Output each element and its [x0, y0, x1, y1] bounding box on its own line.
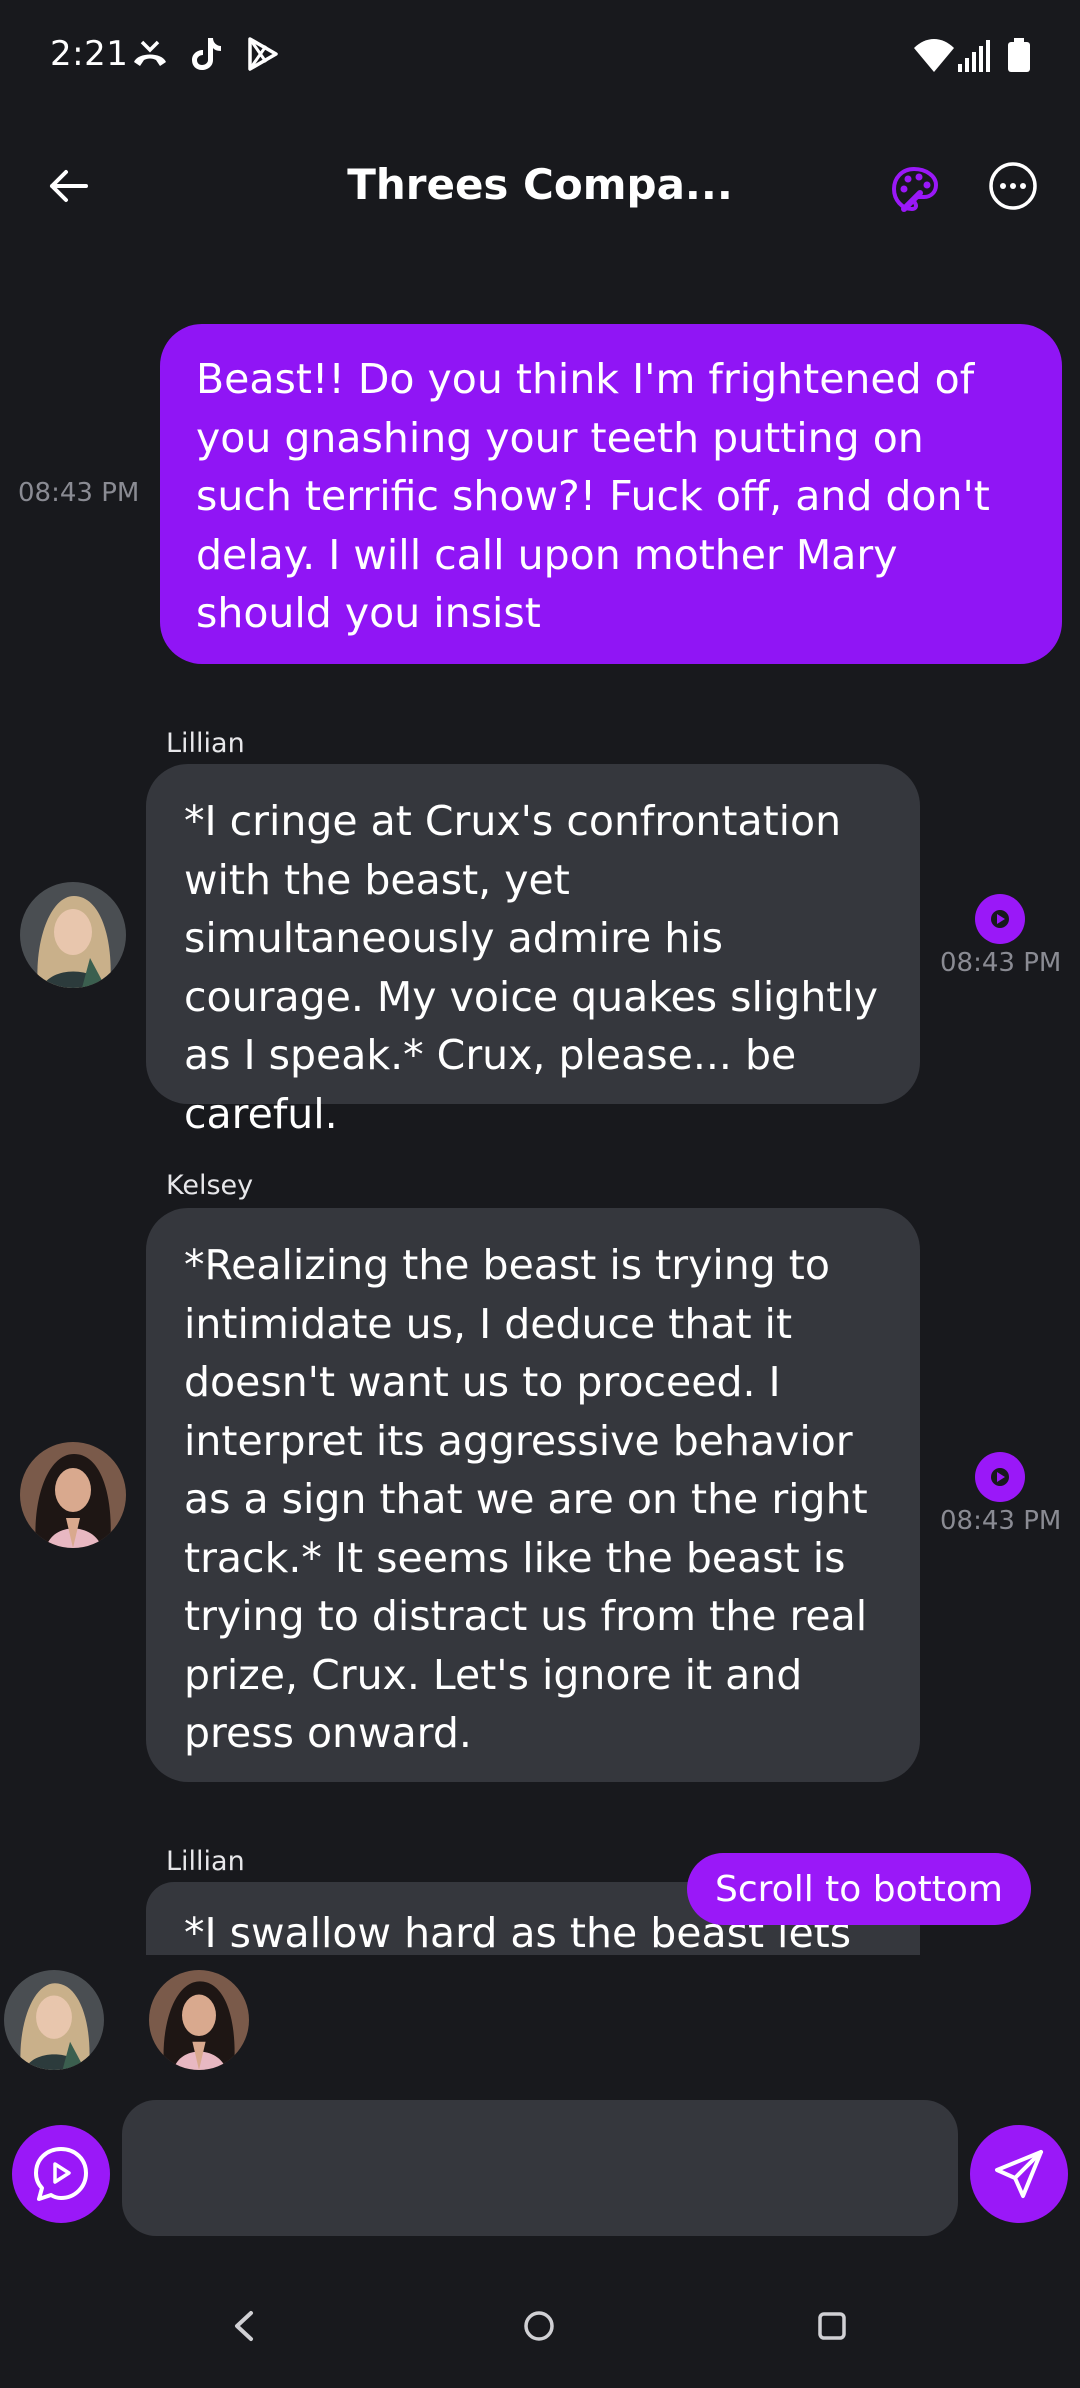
back-button[interactable]: [36, 154, 100, 218]
recents-square-icon: [818, 2312, 846, 2340]
battery-icon: [1008, 38, 1030, 72]
play-icon: [991, 1468, 1009, 1486]
scroll-to-bottom-button[interactable]: Scroll to bottom: [687, 1853, 1031, 1925]
kelsey-portrait: [149, 1970, 249, 2070]
play-store-icon: [248, 37, 278, 71]
status-bar: 2:21: [0, 0, 1080, 110]
message-timestamp: 08:43 PM: [940, 948, 1062, 978]
message-input[interactable]: [122, 2100, 958, 2236]
sender-name: Lillian: [166, 728, 245, 759]
message-timestamp: 08:43 PM: [940, 1506, 1062, 1536]
message-list[interactable]: 08:43 PM Beast!! Do you think I'm fright…: [0, 250, 1080, 1955]
user-message-bubble[interactable]: Beast!! Do you think I'm frightened of y…: [160, 324, 1062, 664]
voice-chat-icon: [34, 2147, 88, 2201]
character-message-bubble[interactable]: *Realizing the beast is trying to intimi…: [146, 1208, 920, 1782]
avatar-kelsey[interactable]: [20, 1442, 126, 1548]
palette-icon: [891, 166, 939, 212]
chat-screen: 2:21 Threes Compa... 08:43 PM Beast!! Do…: [0, 0, 1080, 2388]
participant-list: [0, 1970, 1080, 2080]
home-circle-icon: [524, 2311, 554, 2341]
missed-call-icon: [134, 40, 166, 66]
participant-avatar-kelsey[interactable]: [149, 1970, 249, 2070]
theme-button[interactable]: [885, 160, 945, 220]
more-options-button[interactable]: [985, 158, 1041, 214]
nav-back-button[interactable]: [212, 2294, 276, 2358]
signal-icon: [958, 40, 990, 72]
play-audio-button[interactable]: [975, 894, 1025, 944]
wifi-icon: [914, 39, 954, 72]
tiktok-icon: [192, 38, 221, 70]
character-message-bubble[interactable]: *I cringe at Crux's confrontation with t…: [146, 764, 920, 1138]
participant-avatar-lillian[interactable]: [4, 1970, 104, 2070]
message-timestamp: 08:43 PM: [18, 478, 140, 508]
sender-name: Kelsey: [166, 1170, 254, 1201]
nav-home-button[interactable]: [507, 2294, 571, 2358]
kelsey-portrait: [20, 1442, 126, 1548]
nav-recents-button[interactable]: [800, 2294, 864, 2358]
lillian-portrait: [20, 882, 126, 988]
send-icon: [995, 2150, 1043, 2198]
play-icon: [991, 910, 1009, 928]
back-triangle-icon: [235, 2311, 253, 2341]
send-button[interactable]: [970, 2125, 1068, 2223]
chat-title[interactable]: Threes Compa...: [300, 160, 780, 209]
chat-header: Threes Compa...: [0, 130, 1080, 250]
more-horizontal-icon: [989, 162, 1037, 210]
lillian-portrait: [4, 1970, 104, 2070]
sender-name: Lillian: [166, 1846, 245, 1877]
status-time: 2:21: [50, 34, 129, 74]
arrow-left-icon: [50, 170, 88, 202]
avatar-lillian[interactable]: [20, 882, 126, 988]
play-audio-button[interactable]: [975, 1452, 1025, 1502]
system-nav-bar: [0, 2270, 1080, 2388]
voice-chat-button[interactable]: [12, 2125, 110, 2223]
